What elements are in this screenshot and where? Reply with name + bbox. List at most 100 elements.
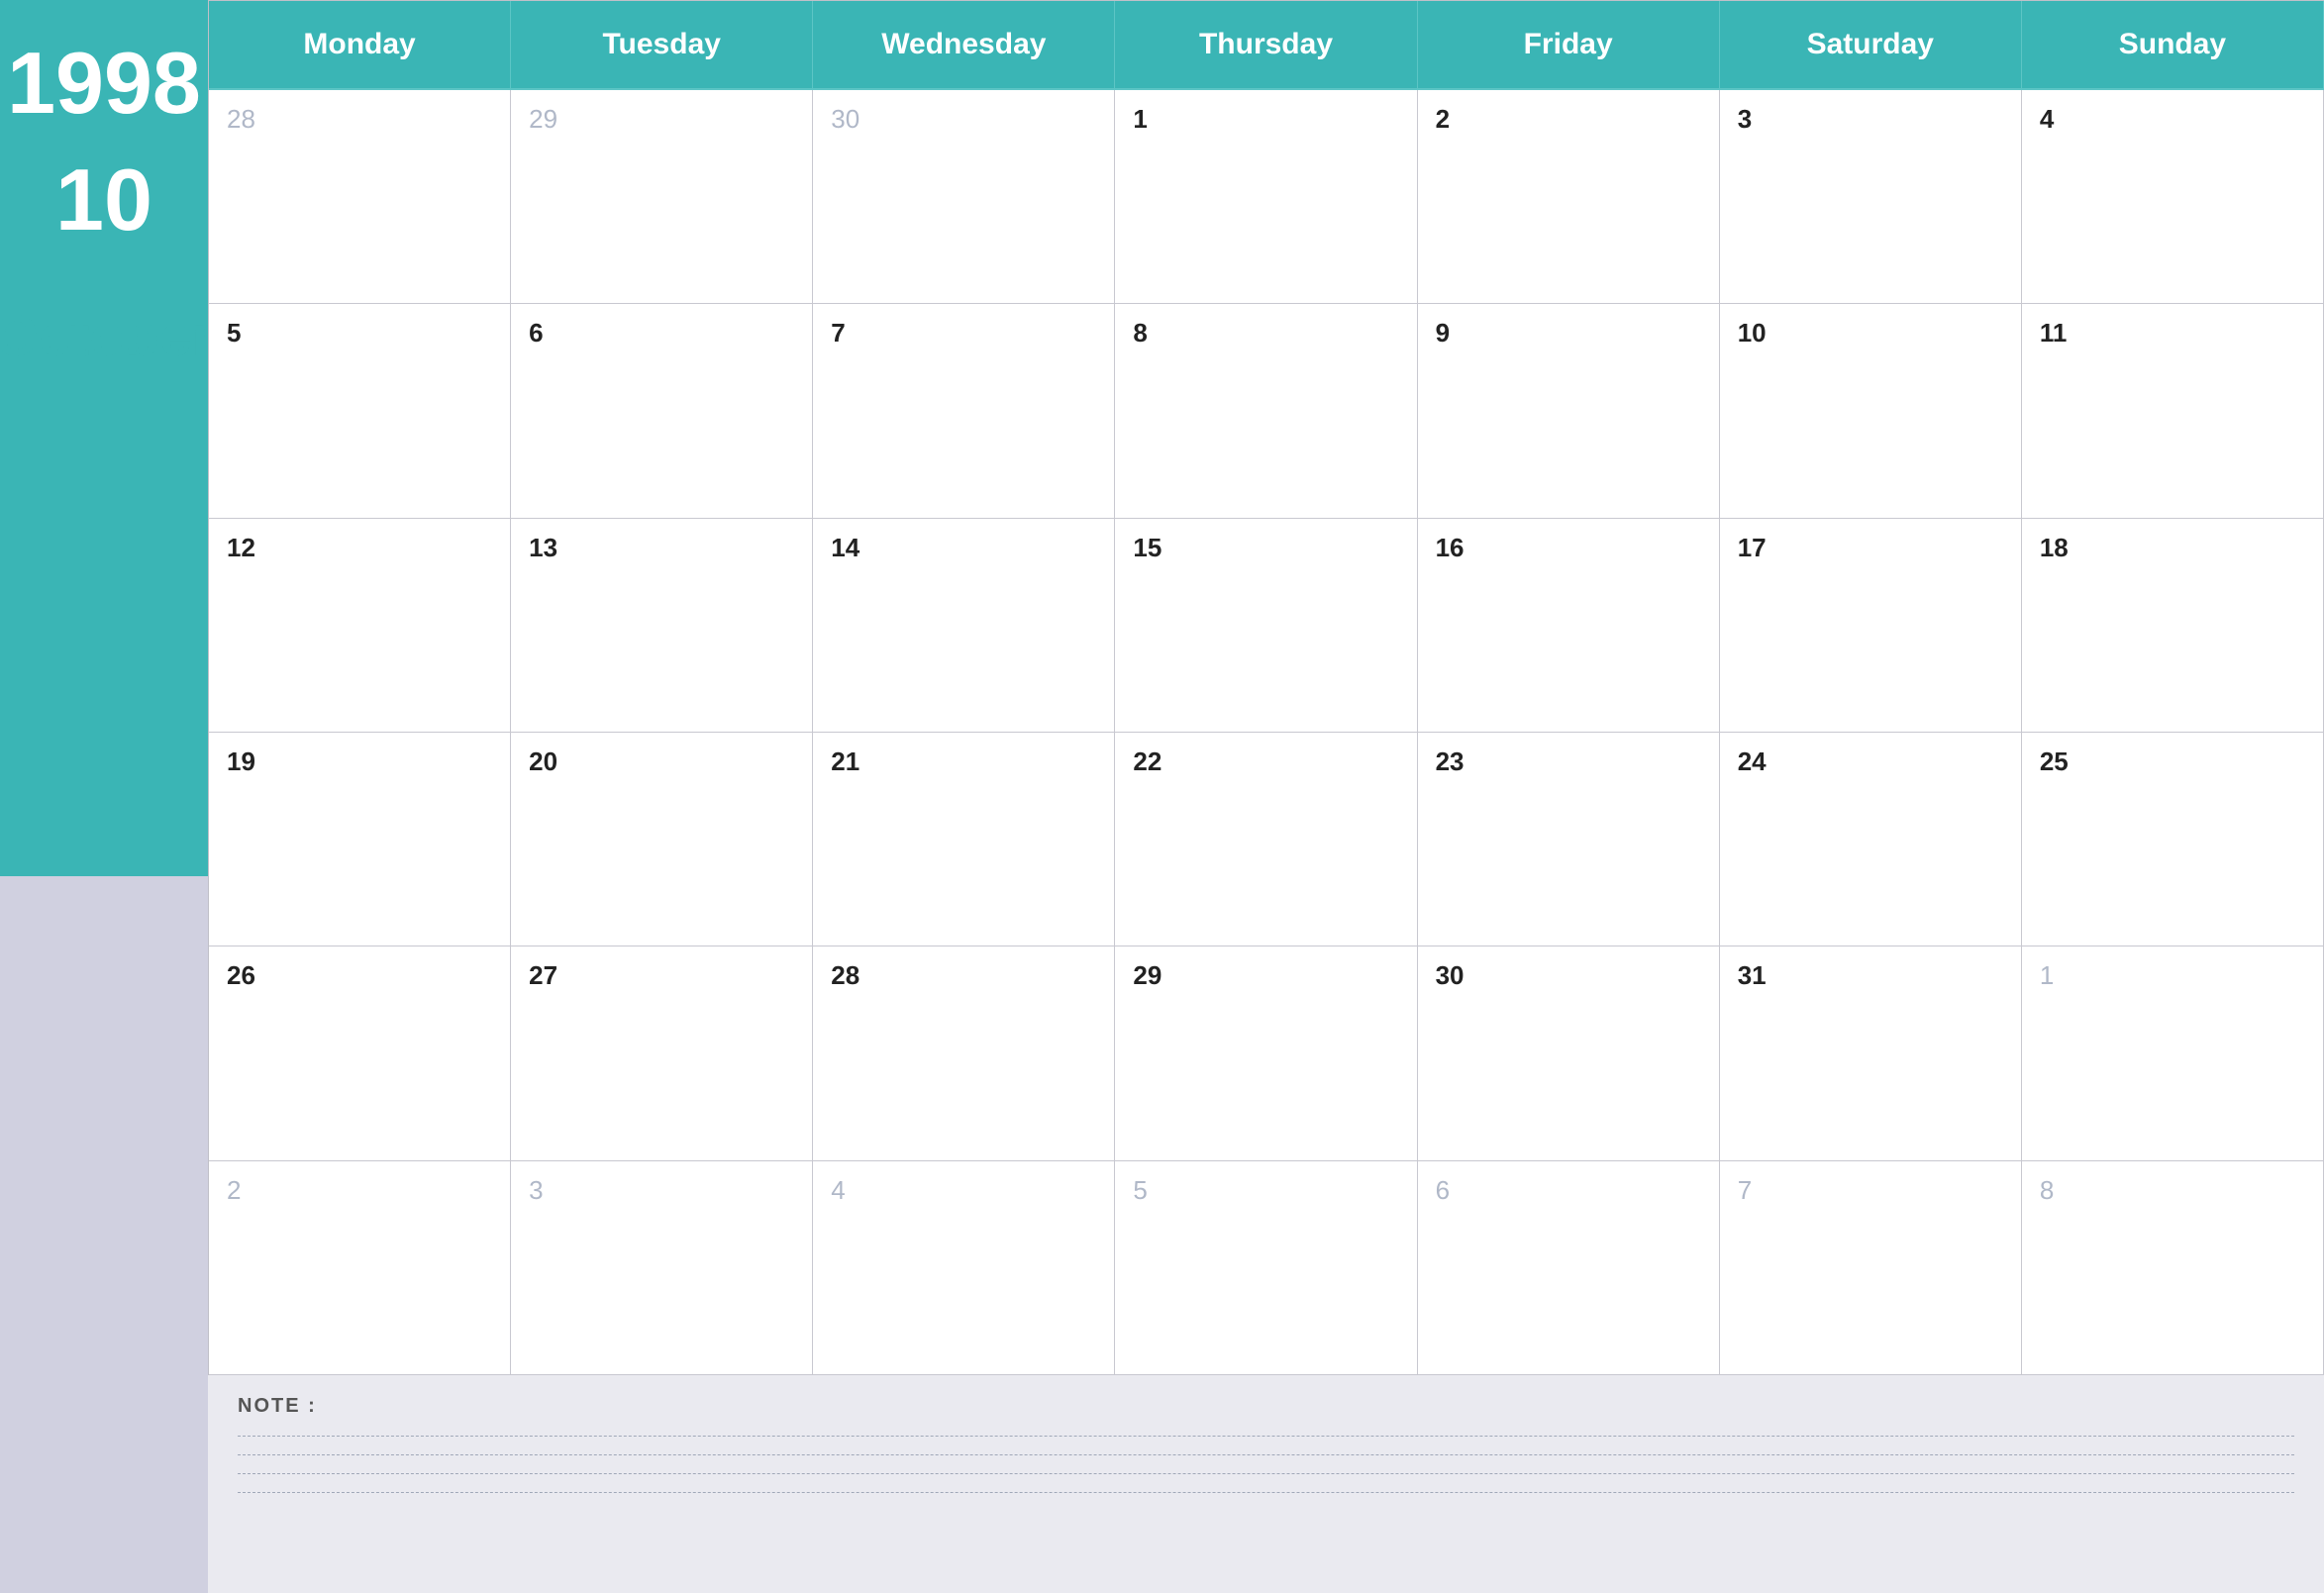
day-number: 4 (831, 1175, 1096, 1206)
day-number: 15 (1133, 533, 1398, 563)
day-cell[interactable]: 18 (2022, 519, 2324, 733)
sidebar: 1998 10 October (0, 0, 208, 1593)
day-number: 6 (529, 318, 794, 348)
month-number-label: 10 (55, 156, 152, 244)
month-name-label: October (0, 303, 214, 369)
day-header-saturday: Saturday (1720, 1, 2022, 90)
note-line-3 (238, 1473, 2294, 1474)
day-cell[interactable]: 26 (209, 946, 511, 1160)
day-number: 8 (1133, 318, 1398, 348)
day-cell[interactable]: 17 (1720, 519, 2022, 733)
day-number: 11 (2040, 318, 2305, 348)
note-label: NOTE : (238, 1395, 2294, 1418)
day-cell[interactable]: 28 (813, 946, 1115, 1160)
day-number: 22 (1133, 747, 1398, 777)
day-cell[interactable]: 30 (813, 90, 1115, 304)
day-number: 5 (227, 318, 492, 348)
day-number: 29 (1133, 960, 1398, 991)
day-header-sunday: Sunday (2022, 1, 2324, 90)
day-cell[interactable]: 2 (209, 1161, 511, 1375)
day-number: 2 (227, 1175, 492, 1206)
day-number: 24 (1738, 747, 2003, 777)
day-cell[interactable]: 6 (511, 304, 813, 518)
day-cell[interactable]: 7 (813, 304, 1115, 518)
day-cell[interactable]: 1 (2022, 946, 2324, 1160)
day-number: 3 (1738, 104, 2003, 135)
day-cell[interactable]: 31 (1720, 946, 2022, 1160)
day-number: 26 (227, 960, 492, 991)
day-cell[interactable]: 12 (209, 519, 511, 733)
day-cell[interactable]: 22 (1115, 733, 1417, 946)
note-line-2 (238, 1454, 2294, 1455)
day-cell[interactable]: 8 (1115, 304, 1417, 518)
year-label: 1998 (7, 40, 201, 127)
notes-section: NOTE : (208, 1375, 2324, 1593)
calendar-grid: MondayTuesdayWednesdayThursdayFridaySatu… (208, 0, 2324, 1375)
day-cell[interactable]: 13 (511, 519, 813, 733)
day-cell[interactable]: 8 (2022, 1161, 2324, 1375)
day-cell[interactable]: 5 (1115, 1161, 1417, 1375)
day-number: 25 (2040, 747, 2305, 777)
day-cell[interactable]: 14 (813, 519, 1115, 733)
day-cell[interactable]: 7 (1720, 1161, 2022, 1375)
day-number: 10 (1738, 318, 2003, 348)
day-number: 1 (2040, 960, 2305, 991)
day-number: 28 (227, 104, 492, 135)
day-number: 23 (1436, 747, 1701, 777)
day-cell[interactable]: 6 (1418, 1161, 1720, 1375)
day-number: 30 (1436, 960, 1701, 991)
day-cell[interactable]: 21 (813, 733, 1115, 946)
day-cell[interactable]: 19 (209, 733, 511, 946)
day-number: 8 (2040, 1175, 2305, 1206)
day-cell[interactable]: 16 (1418, 519, 1720, 733)
day-cell[interactable]: 25 (2022, 733, 2324, 946)
day-cell[interactable]: 29 (511, 90, 813, 304)
day-cell[interactable]: 15 (1115, 519, 1417, 733)
day-number: 20 (529, 747, 794, 777)
note-line-4 (238, 1492, 2294, 1493)
day-number: 28 (831, 960, 1096, 991)
day-cell[interactable]: 27 (511, 946, 813, 1160)
day-number: 1 (1133, 104, 1398, 135)
day-cell[interactable]: 3 (511, 1161, 813, 1375)
day-header-tuesday: Tuesday (511, 1, 813, 90)
day-cell[interactable]: 29 (1115, 946, 1417, 1160)
day-cell[interactable]: 4 (2022, 90, 2324, 304)
day-cell[interactable]: 5 (209, 304, 511, 518)
day-number: 27 (529, 960, 794, 991)
day-number: 30 (831, 104, 1096, 135)
day-cell[interactable]: 10 (1720, 304, 2022, 518)
day-number: 19 (227, 747, 492, 777)
day-number: 4 (2040, 104, 2305, 135)
day-number: 16 (1436, 533, 1701, 563)
day-number: 9 (1436, 318, 1701, 348)
day-number: 6 (1436, 1175, 1701, 1206)
day-number: 12 (227, 533, 492, 563)
day-cell[interactable]: 2 (1418, 90, 1720, 304)
day-cell[interactable]: 30 (1418, 946, 1720, 1160)
day-cell[interactable]: 3 (1720, 90, 2022, 304)
day-number: 5 (1133, 1175, 1398, 1206)
day-number: 3 (529, 1175, 794, 1206)
day-number: 31 (1738, 960, 2003, 991)
day-cell[interactable]: 23 (1418, 733, 1720, 946)
day-cell[interactable]: 28 (209, 90, 511, 304)
calendar-area: MondayTuesdayWednesdayThursdayFridaySatu… (208, 0, 2324, 1593)
day-number: 21 (831, 747, 1096, 777)
day-number: 18 (2040, 533, 2305, 563)
day-number: 7 (831, 318, 1096, 348)
day-cell[interactable]: 9 (1418, 304, 1720, 518)
day-number: 13 (529, 533, 794, 563)
day-cell[interactable]: 24 (1720, 733, 2022, 946)
day-number: 7 (1738, 1175, 2003, 1206)
day-cell[interactable]: 4 (813, 1161, 1115, 1375)
day-number: 17 (1738, 533, 2003, 563)
day-cell[interactable]: 20 (511, 733, 813, 946)
day-cell[interactable]: 1 (1115, 90, 1417, 304)
day-header-friday: Friday (1418, 1, 1720, 90)
day-cell[interactable]: 11 (2022, 304, 2324, 518)
day-number: 29 (529, 104, 794, 135)
day-number: 2 (1436, 104, 1701, 135)
day-header-monday: Monday (209, 1, 511, 90)
day-number: 14 (831, 533, 1096, 563)
